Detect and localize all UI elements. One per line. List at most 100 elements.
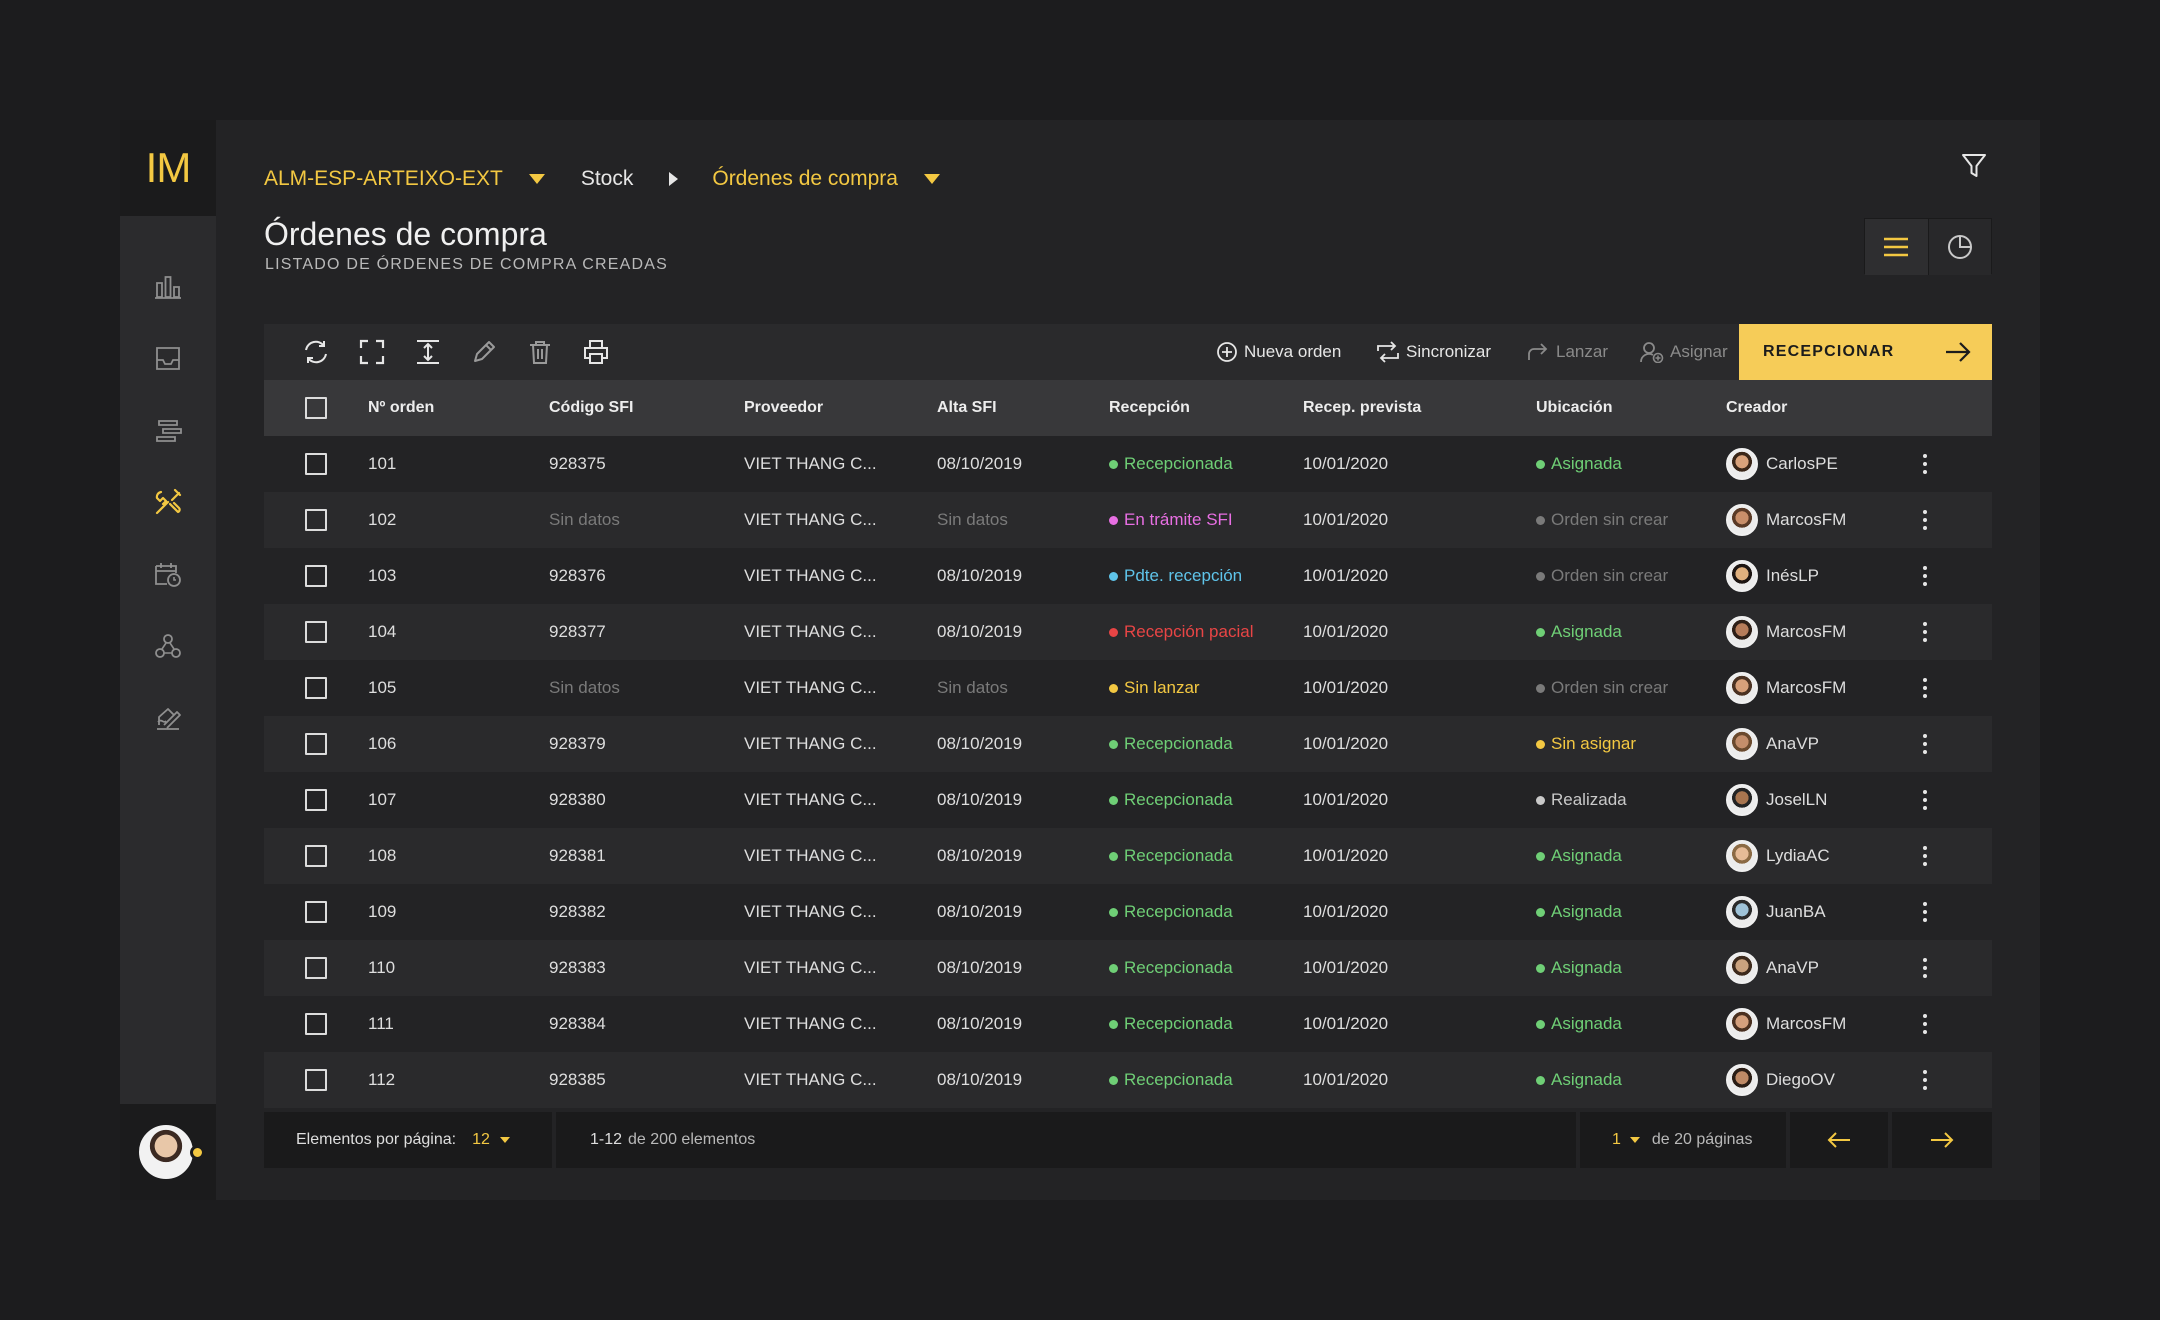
table-row[interactable]: 108 928381 VIET THANG C... 08/10/2019 Recepc…: [264, 828, 1992, 884]
cell-sfi-date: 08/10/2019: [937, 846, 1023, 865]
status-dot: [1536, 515, 1545, 525]
more-vertical-icon[interactable]: [1915, 617, 1935, 647]
row-checkbox[interactable]: [305, 1069, 327, 1091]
row-checkbox[interactable]: [305, 733, 327, 755]
status-dot: [1109, 907, 1118, 917]
row-height-icon[interactable]: [414, 338, 442, 366]
row-checkbox[interactable]: [305, 621, 327, 643]
creator-name: JoselLN: [1766, 790, 1828, 809]
status-dot: [1536, 851, 1545, 861]
table-row[interactable]: 104 928377 VIET THANG C... 08/10/2019 Recepc…: [264, 604, 1992, 660]
cell-expected-reception: 10/01/2020: [1303, 566, 1389, 585]
sidebar-item-bar-chart[interactable]: [150, 268, 186, 304]
col-header-sfi-code[interactable]: Código SFI: [549, 380, 633, 436]
view-toggle: [1864, 218, 1992, 275]
more-vertical-icon[interactable]: [1915, 1009, 1935, 1039]
cell-supplier: VIET THANG C...: [744, 678, 877, 697]
cell-expected-reception: 10/01/2020: [1303, 902, 1389, 921]
row-checkbox[interactable]: [305, 789, 327, 811]
row-checkbox[interactable]: [305, 453, 327, 475]
cell-order: 109: [368, 902, 397, 921]
sidebar-item-signature[interactable]: [150, 700, 186, 736]
col-header-sfi-date[interactable]: Alta SFI: [937, 380, 997, 436]
table-row[interactable]: 112 928385 VIET THANG C... 08/10/2019 Recepc…: [264, 1052, 1992, 1108]
sidebar-item-calendar-clock[interactable]: [150, 556, 186, 592]
col-header-supplier[interactable]: Proveedor: [744, 380, 823, 436]
sidebar-item-stack-lines[interactable]: [150, 412, 186, 448]
refresh-icon[interactable]: [302, 338, 330, 366]
table-row[interactable]: 103 928376 VIET THANG C... 08/10/2019 Pdte. …: [264, 548, 1992, 604]
col-header-order[interactable]: Nº orden: [368, 380, 434, 436]
row-menu-cell: [1915, 548, 1935, 604]
table-row[interactable]: 111 928384 VIET THANG C... 08/10/2019 Recepc…: [264, 996, 1992, 1052]
prev-page-button[interactable]: [1790, 1112, 1888, 1168]
more-vertical-icon[interactable]: [1915, 953, 1935, 983]
row-checkbox[interactable]: [305, 509, 327, 531]
print-icon[interactable]: [582, 338, 610, 366]
table-row[interactable]: 110 928383 VIET THANG C... 08/10/2019 Recepc…: [264, 940, 1992, 996]
edit-icon[interactable]: [470, 338, 498, 366]
more-vertical-icon[interactable]: [1915, 785, 1935, 815]
row-checkbox[interactable]: [305, 845, 327, 867]
col-header-expected-reception[interactable]: Recep. prevista: [1303, 380, 1421, 436]
more-vertical-icon[interactable]: [1915, 449, 1935, 479]
table-row[interactable]: 101 928375 VIET THANG C... 08/10/2019 Recepc…: [264, 436, 1992, 492]
more-vertical-icon[interactable]: [1915, 841, 1935, 871]
row-checkbox[interactable]: [305, 901, 327, 923]
next-page-button[interactable]: [1892, 1112, 1992, 1168]
row-checkbox[interactable]: [305, 1013, 327, 1035]
row-checkbox[interactable]: [305, 565, 327, 587]
cell-expected-reception: 10/01/2020: [1303, 846, 1389, 865]
chart-view-button[interactable]: [1927, 219, 1991, 275]
more-vertical-icon[interactable]: [1915, 1065, 1935, 1095]
col-header-creator[interactable]: Creador: [1726, 380, 1787, 436]
more-vertical-icon[interactable]: [1915, 897, 1935, 927]
pie-chart-icon: [1947, 235, 1972, 259]
breadcrumb-warehouse[interactable]: ALM-ESP-ARTEIXO-EXT: [264, 167, 545, 191]
tools-icon: [155, 488, 182, 515]
range-suffix: de 200 elementos: [628, 1131, 756, 1148]
expand-icon[interactable]: [358, 338, 386, 366]
creator-name: AnaVP: [1766, 958, 1819, 977]
sidebar: IM: [120, 120, 216, 1200]
sidebar-item-tools[interactable]: [150, 484, 186, 520]
list-view-button[interactable]: [1865, 219, 1928, 275]
sidebar-item-network-nodes[interactable]: [150, 628, 186, 664]
more-vertical-icon[interactable]: [1915, 673, 1935, 703]
sidebar-item-inbox-tray[interactable]: [150, 340, 186, 376]
launch-button[interactable]: Lanzar: [1526, 324, 1608, 380]
new-order-button[interactable]: Nueva orden: [1216, 324, 1341, 380]
chevron-down-icon: [923, 174, 940, 184]
col-header-location[interactable]: Ubicación: [1536, 380, 1612, 436]
sync-button[interactable]: Sincronizar: [1376, 324, 1491, 380]
assign-button[interactable]: Asignar: [1640, 324, 1728, 380]
col-header-reception[interactable]: Recepción: [1109, 380, 1190, 436]
table-row[interactable]: 105 Sin datos VIET THANG C... Sin datos Sin …: [264, 660, 1992, 716]
table-header: Nº orden Código SFI Proveedor Alta SFI R…: [264, 380, 1992, 436]
menu-lines-icon: [1884, 237, 1909, 257]
status-dot: [1109, 515, 1118, 525]
creator-name: LydiaAC: [1766, 846, 1830, 865]
row-checkbox[interactable]: [305, 677, 327, 699]
breadcrumb-orders[interactable]: Órdenes de compra: [712, 167, 940, 191]
status-dot: [1536, 1075, 1545, 1085]
delete-icon[interactable]: [526, 338, 554, 366]
table-row[interactable]: 109 928382 VIET THANG C... 08/10/2019 Recepc…: [264, 884, 1992, 940]
receive-button[interactable]: RECEPCIONAR: [1739, 324, 1992, 380]
per-page-select[interactable]: 12: [472, 1131, 510, 1149]
more-vertical-icon[interactable]: [1915, 505, 1935, 535]
table-row[interactable]: 102 Sin datos VIET THANG C... Sin datos En t…: [264, 492, 1992, 548]
page-select[interactable]: 1: [1612, 1131, 1640, 1149]
filter-icon[interactable]: [1958, 150, 1990, 182]
table-row[interactable]: 106 928379 VIET THANG C... 08/10/2019 Recepc…: [264, 716, 1992, 772]
more-vertical-icon[interactable]: [1915, 561, 1935, 591]
select-all-checkbox[interactable]: [305, 397, 327, 419]
table-row[interactable]: 107 928380 VIET THANG C... 08/10/2019 Recepc…: [264, 772, 1992, 828]
row-checkbox[interactable]: [305, 957, 327, 979]
cell-supplier: VIET THANG C...: [744, 510, 877, 529]
user-avatar[interactable]: [139, 1125, 193, 1179]
breadcrumb-stock[interactable]: Stock: [581, 167, 713, 191]
more-vertical-icon[interactable]: [1915, 729, 1935, 759]
reception-status-label: Sin lanzar: [1124, 678, 1200, 697]
cell-sfi-code: 928375: [549, 454, 606, 473]
